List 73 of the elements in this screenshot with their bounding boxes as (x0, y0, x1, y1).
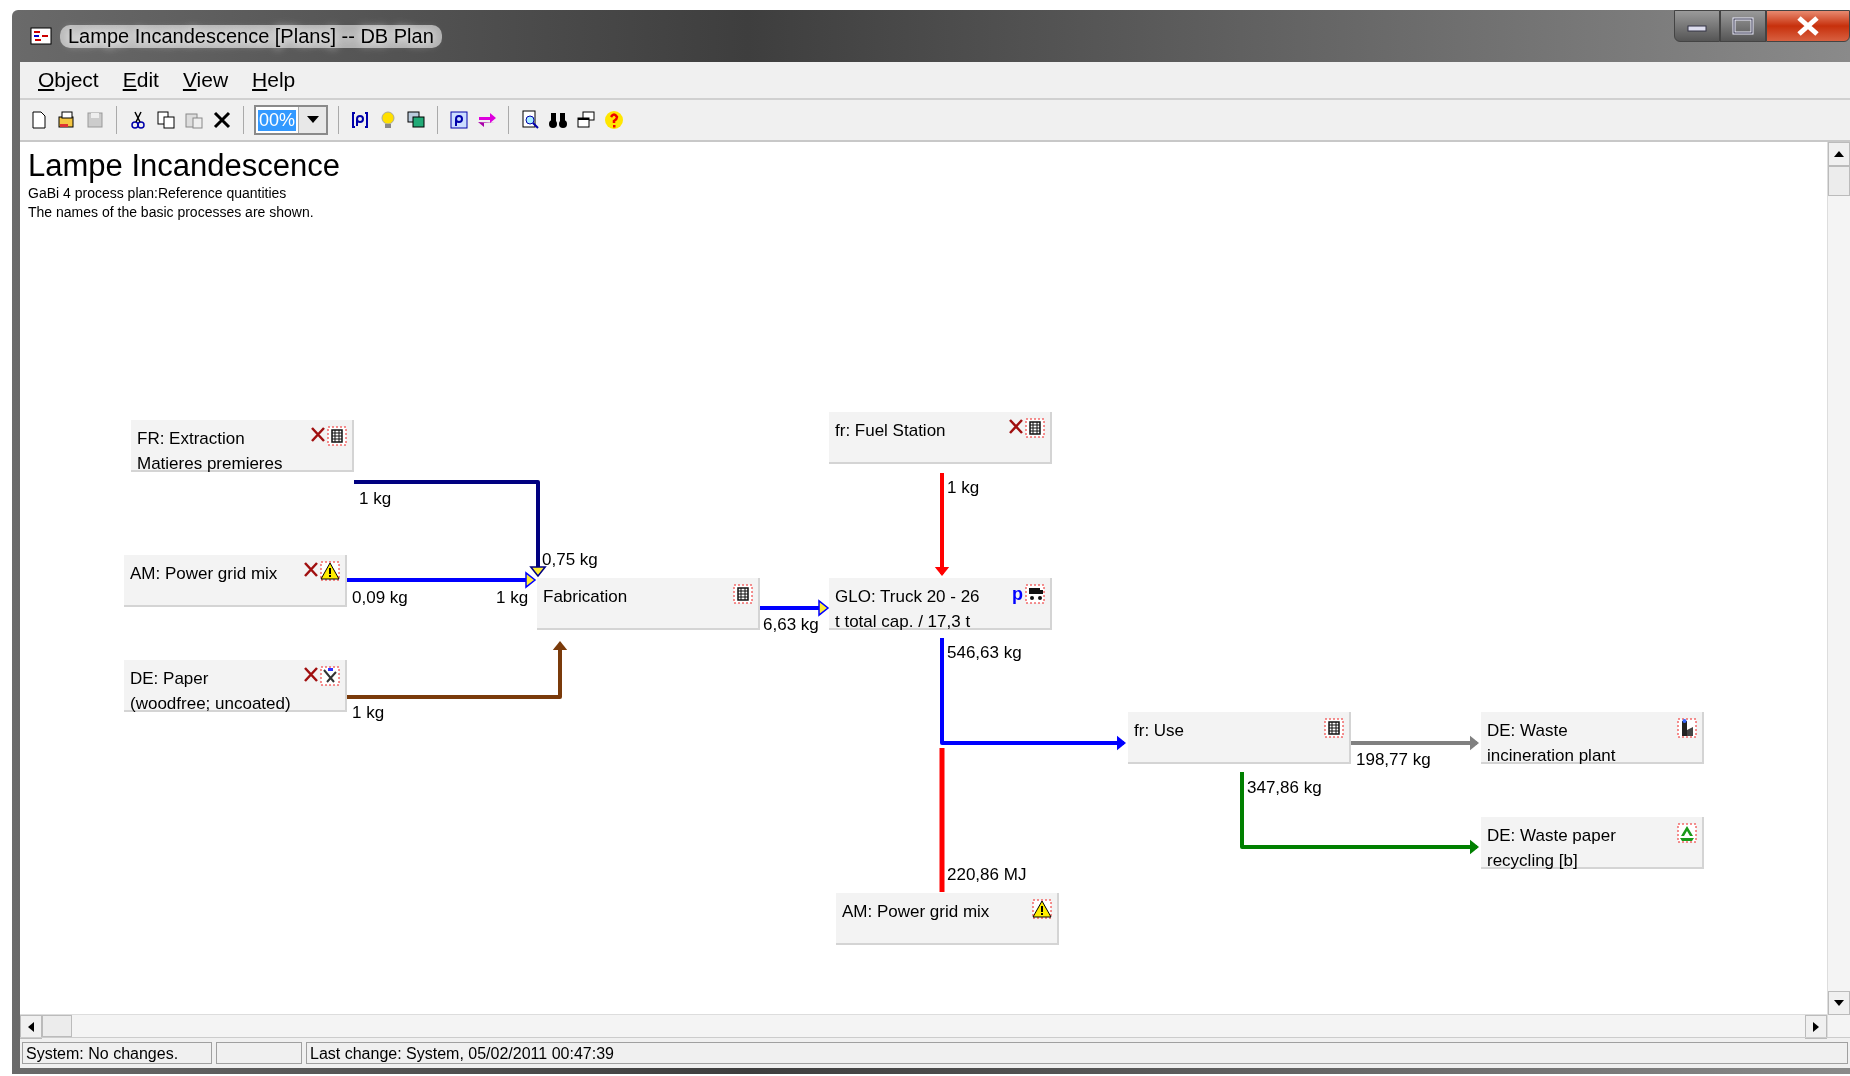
maximize-icon (1732, 17, 1754, 35)
chimney-icon (1676, 718, 1698, 738)
scroll-down-button[interactable] (1828, 991, 1850, 1015)
warning-icon (319, 561, 341, 581)
flow-amount: 220,86 MJ (947, 865, 1027, 885)
windows-icon[interactable] (405, 109, 427, 131)
process-node[interactable]: DE: Waste paper recycling [b] (1481, 817, 1704, 869)
process-label: AM: Power grid mix (130, 563, 278, 585)
recycle-icon (1676, 823, 1698, 843)
help-icon[interactable] (603, 109, 625, 131)
scrollbar-thumb[interactable] (42, 1015, 72, 1037)
process-label: FR: Extraction Matieres premieres (137, 428, 283, 470)
status-text: System: No changes. (22, 1042, 212, 1064)
scrollbar-thumb[interactable] (1828, 166, 1850, 196)
close-icon (1796, 16, 1820, 36)
process-icon (732, 584, 754, 604)
up-arrow-icon (1834, 150, 1844, 158)
process-label: fr: Fuel Station (835, 420, 946, 442)
flow-amount: 0,75 kg (542, 550, 598, 570)
flow-amount: 1 kg (496, 588, 529, 608)
plan-title: Lampe Incandescence (28, 148, 341, 184)
scroll-right-button[interactable] (1805, 1015, 1827, 1039)
process-label: fr: Use (1134, 720, 1185, 742)
process-label: Fabrication (543, 586, 628, 608)
process-node[interactable]: DE: Waste incineration plant (1481, 712, 1704, 764)
maximize-button[interactable] (1720, 10, 1766, 42)
plan-note: The names of the basic processes are shown. (28, 203, 315, 222)
process-node[interactable]: DE: Paper (woodfree; uncoated) (124, 660, 347, 712)
process-node[interactable]: fr: Fuel Station (829, 412, 1052, 464)
menu-item[interactable]: Object (26, 68, 111, 92)
scroll-up-button[interactable] (1828, 142, 1850, 166)
truck-icon (1024, 584, 1046, 604)
menu-item[interactable]: View (170, 68, 241, 92)
process-node[interactable]: Fabrication (537, 578, 760, 630)
right-arrow-icon (1812, 1022, 1820, 1032)
cascade-windows-icon[interactable] (575, 109, 597, 131)
process-node[interactable]: FR: Extraction Matieres premieres (131, 420, 354, 472)
flow-amount: 198,77 kg (1356, 750, 1431, 770)
down-arrow-icon (1834, 999, 1844, 1007)
copy-icon[interactable] (155, 109, 177, 131)
process-label: AM: Power grid mix (842, 901, 990, 923)
process-node[interactable]: AM: Power grid mix (836, 893, 1059, 945)
process-node[interactable]: fr: Use (1128, 712, 1351, 764)
warning-icon (1031, 899, 1053, 919)
flow-amount: 1 kg (352, 703, 385, 723)
status-text: Last change: System, 05/02/2011 00:47:39 (306, 1042, 1848, 1064)
process-node[interactable]: AM: Power grid mix (124, 555, 347, 607)
flow-amount: 1 kg (947, 478, 980, 498)
parameter-label: p (1012, 584, 1023, 604)
process-icon (326, 426, 348, 446)
process-label: GLO: Truck 20 - 26 t total cap. / 17,3 t (835, 586, 980, 628)
process-icon (1323, 718, 1345, 738)
close-button[interactable] (1766, 10, 1850, 42)
flow-amount: 347,86 kg (1247, 778, 1322, 798)
left-arrow-icon (27, 1022, 35, 1032)
menu-item[interactable]: Help (240, 68, 308, 92)
flow-amount: 0,09 kg (352, 588, 408, 608)
menu-item[interactable]: Edit (110, 68, 171, 92)
scroll-left-button[interactable] (20, 1015, 42, 1039)
flow-amount: 6,63 kg (763, 615, 819, 635)
plan-subtitle: GaBi 4 process plan:Reference quantities (28, 184, 288, 203)
process-node[interactable]: GLO: Truck 20 - 26 t total cap. / 17,3 t p (829, 578, 1052, 630)
minimize-button[interactable] (1674, 10, 1720, 42)
process-label: DE: Waste paper recycling [b] (1487, 825, 1616, 867)
process-label: DE: Waste incineration plant (1487, 720, 1616, 762)
diagram-icon (30, 27, 52, 45)
flow-amount: 546,63 kg (947, 643, 1022, 663)
caret-icon (306, 116, 319, 124)
delete-icon[interactable] (211, 109, 233, 131)
zoom-page-icon[interactable] (519, 109, 541, 131)
process-icon (1024, 418, 1046, 438)
process-label: DE: Paper (woodfree; uncoated) (130, 668, 291, 710)
flow-amount: 1 kg (359, 489, 392, 509)
